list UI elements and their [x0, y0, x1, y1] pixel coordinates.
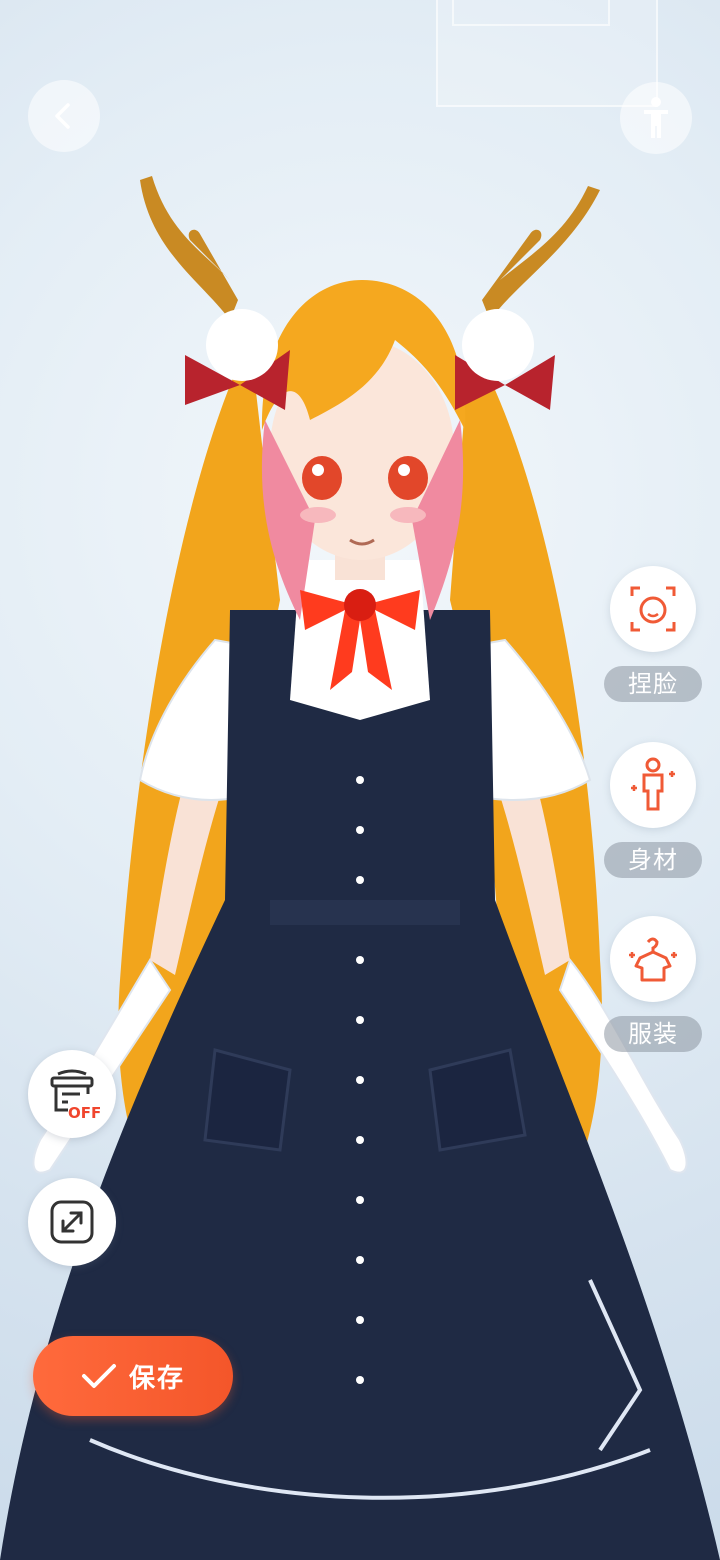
avatar-editor-screen: 捏脸 身材 服装 OFF 保存	[0, 0, 720, 1560]
expand-button[interactable]	[28, 1178, 116, 1266]
side-menu-body[interactable]: 身材	[604, 742, 702, 878]
clothing-hanger-icon	[610, 916, 696, 1002]
side-menu-clothing[interactable]: 服装	[604, 916, 702, 1052]
back-button[interactable]	[28, 80, 100, 152]
side-menu-face[interactable]: 捏脸	[604, 566, 702, 702]
side-menu-face-label: 捏脸	[604, 666, 702, 702]
background-off-icon: OFF	[50, 1069, 100, 1122]
save-button-label: 保存	[128, 1363, 185, 1394]
expand-icon	[50, 1200, 94, 1244]
body-view-button[interactable]	[620, 82, 692, 154]
background-toggle-button[interactable]: OFF	[28, 1050, 116, 1138]
save-button[interactable]: 保存	[33, 1336, 233, 1416]
check-icon	[81, 1364, 116, 1388]
body-shape-icon	[610, 742, 696, 828]
side-menu-body-label: 身材	[604, 842, 702, 878]
face-edit-icon	[610, 566, 696, 652]
side-menu-clothing-label: 服装	[604, 1016, 702, 1052]
background-off-badge: OFF	[68, 1104, 100, 1122]
person-standing-icon	[644, 97, 668, 138]
chevron-left-icon	[55, 103, 70, 129]
